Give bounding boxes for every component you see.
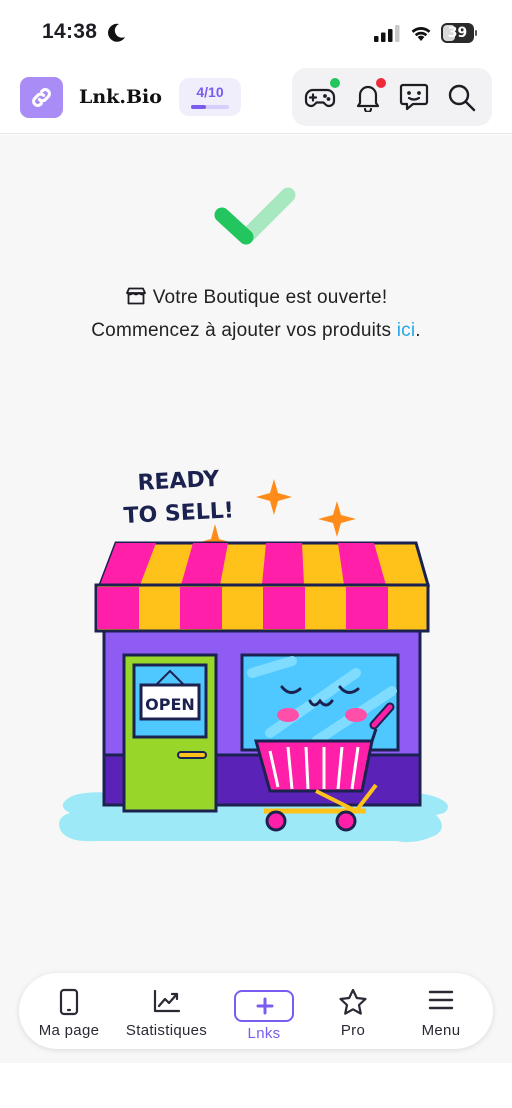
nav-menu[interactable]: Menu: [395, 973, 487, 1049]
bell-badge: [376, 78, 386, 88]
app-header: Lnk.Bio 4/10: [0, 62, 512, 134]
battery-level: 39: [447, 25, 468, 41]
ready-text: READY: [137, 467, 221, 496]
nav-label-statistiques: Statistiques: [125, 1022, 208, 1039]
chart-icon: [153, 989, 180, 1013]
home-indicator-area: [0, 1063, 512, 1108]
add-lnk-button[interactable]: [234, 990, 294, 1022]
moon-icon: [108, 23, 125, 42]
nav-label-pro: Pro: [340, 1022, 366, 1039]
success-message-line2: Commencez à ajouter vos produits ici.: [0, 320, 512, 342]
nav-pro[interactable]: Pro: [309, 973, 397, 1049]
open-sign: OPEN: [145, 695, 195, 714]
shop-illustration: READY TO SELL! OPEN: [59, 467, 448, 843]
plus-icon: [256, 997, 274, 1015]
success-message-text: Votre Boutique est ouverte!: [152, 287, 388, 308]
progress-fill: [191, 105, 207, 109]
status-time: 14:38: [42, 20, 98, 43]
gamepad-badge: [330, 78, 340, 88]
search-icon[interactable]: [446, 82, 478, 112]
progress-label: 4/10: [196, 84, 224, 100]
progress-track: [191, 105, 229, 109]
signal-icon: [374, 25, 400, 42]
phone-icon: [59, 988, 79, 1016]
menu-icon: [428, 990, 454, 1010]
wifi-icon: [411, 26, 431, 41]
nav-statistiques[interactable]: Statistiques: [119, 973, 214, 1049]
nav-label-menu: Menu: [421, 1022, 461, 1039]
add-products-link[interactable]: ici: [397, 320, 416, 341]
status-bar: 14:38 39: [0, 0, 512, 62]
add-products-text: Commencez à ajouter vos produits: [91, 320, 397, 341]
check-icon: [214, 187, 296, 245]
success-message-line1: Votre Boutique est ouverte!: [0, 287, 512, 309]
nav-ma-page[interactable]: Ma page: [19, 973, 119, 1049]
main-content: Votre Boutique est ouverte! Commencez à …: [0, 135, 512, 1063]
to-sell-text: TO SELL!: [123, 498, 234, 529]
add-products-suffix: .: [415, 320, 421, 341]
header-actions: [292, 68, 492, 126]
chat-icon[interactable]: [398, 82, 430, 112]
progress-pill[interactable]: 4/10: [179, 78, 241, 116]
star-icon: [339, 988, 367, 1015]
nav-label-lnks: Lnks: [247, 1025, 281, 1042]
nav-lnks[interactable]: Lnks: [214, 973, 314, 1049]
link-icon: [32, 88, 51, 107]
store-icon: [125, 287, 146, 305]
logo[interactable]: [20, 77, 63, 118]
bottom-nav: Ma page Statistiques Lnks Pro Menu: [19, 973, 493, 1049]
battery-indicator: 39: [441, 23, 477, 43]
brand-name: Lnk.Bio: [79, 86, 162, 108]
nav-label-ma-page: Ma page: [38, 1022, 100, 1039]
